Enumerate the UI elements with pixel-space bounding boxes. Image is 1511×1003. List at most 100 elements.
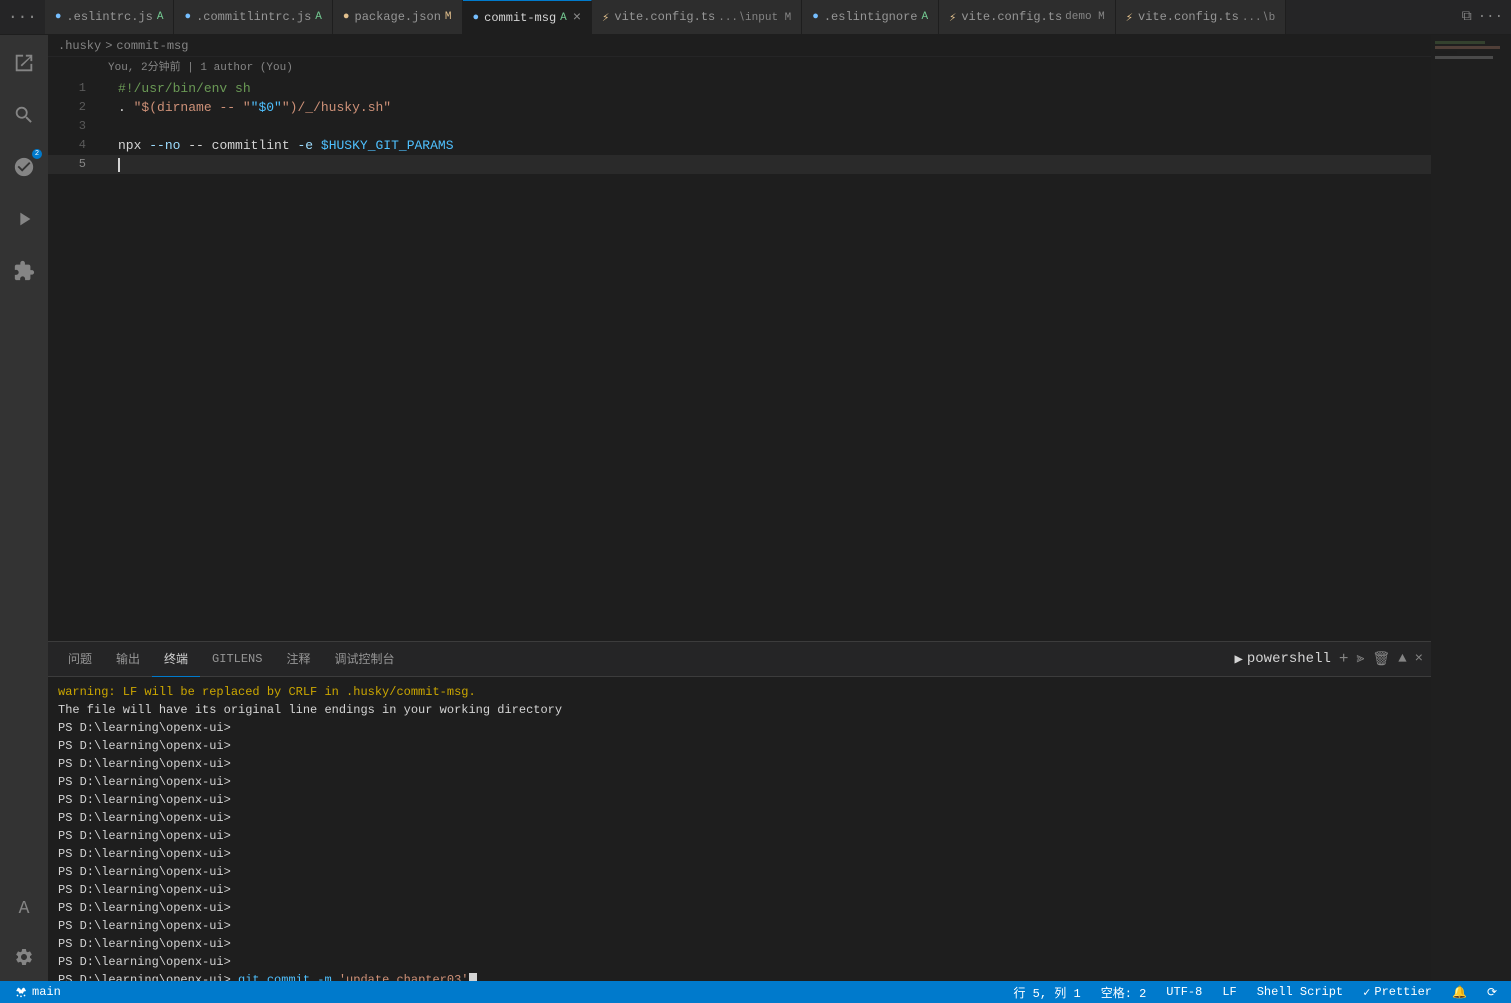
status-line-ending[interactable]: LF <box>1218 981 1240 1003</box>
panel-tabs: 问题 输出 终端 GITLENS 注释 调试控制台 ▶ powershell +… <box>48 642 1431 677</box>
tab-bar: ··· ● .eslintrc.js A ● .commitlintrc.js … <box>0 0 1511 35</box>
tab-badge-package-json: M <box>445 11 452 23</box>
panel-tab-output[interactable]: 输出 <box>104 642 152 677</box>
tab-badge-eslintignore: A <box>921 11 928 23</box>
maximize-panel-icon[interactable]: ▲ <box>1398 651 1406 667</box>
sep2 <box>313 138 321 153</box>
sync-icon: ⟳ <box>1487 985 1497 1000</box>
breadcrumb-file[interactable]: commit-msg <box>116 39 188 53</box>
spaces-text: 空格: 2 <box>1101 984 1147 1001</box>
panel-tab-terminal[interactable]: 终端 <box>152 642 200 677</box>
tab-sublabel-vite-input: ...∖input M <box>718 10 791 24</box>
tab-package-json[interactable]: ● package.json M <box>333 0 463 35</box>
line-number-3: 3 <box>48 117 98 136</box>
tab-icon-package-json: ● <box>343 11 350 23</box>
terminal-icon: ▶ <box>1234 651 1242 668</box>
code-content-2: . "$(dirname -- ""$0"")/_/husky.sh" <box>114 98 1431 117</box>
activity-accounts[interactable]: A <box>0 885 48 933</box>
activity-extensions[interactable] <box>0 247 48 295</box>
breadcrumb-folder[interactable]: .husky <box>58 39 101 53</box>
tab-commitlintrc-js[interactable]: ● .commitlintrc.js A <box>174 0 332 35</box>
editor-panel-container: .husky > commit-msg You, 2分钟前 | 1 author… <box>48 35 1431 981</box>
term-warning-1: warning: LF will be replaced by CRLF in … <box>58 683 1421 701</box>
npx-cmd: npx <box>118 138 149 153</box>
tab-eslintignore[interactable]: ● .eslintignore A <box>802 0 939 35</box>
status-spaces[interactable]: 空格: 2 <box>1097 981 1151 1003</box>
split-terminal-icon[interactable]: ⫸ <box>1357 651 1365 667</box>
tab-vite-config-b[interactable]: ⚡ vite.config.ts ...∖b <box>1116 0 1286 35</box>
activity-search[interactable] <box>0 91 48 139</box>
status-position[interactable]: 行 5, 列 1 <box>1009 981 1084 1003</box>
status-encoding[interactable]: UTF-8 <box>1162 981 1206 1003</box>
tab-icon-commit-msg: ● <box>473 12 480 24</box>
code-content-1: #!/usr/bin/env sh <box>114 79 1431 98</box>
line-number-5: 5 <box>48 155 98 174</box>
code-editor[interactable]: 1 #!/usr/bin/env sh 2 . "$(dirname -- ""… <box>48 75 1431 641</box>
tab-vite-config-demo[interactable]: ⚡ vite.config.ts demo M <box>939 0 1116 35</box>
tab-close-commit-msg[interactable]: × <box>573 11 581 25</box>
tab-icon-vite-b: ⚡ <box>1126 10 1133 25</box>
terminal-output[interactable]: warning: LF will be replaced by CRLF in … <box>48 677 1431 981</box>
term-commit-msg: 'update chapter03' <box>339 973 469 981</box>
split-editor-icon[interactable]: ⧉ <box>1462 9 1472 25</box>
line-number-1: 1 <box>48 79 98 98</box>
activity-bar: 2 A <box>0 35 48 981</box>
tab-label-vite-b: vite.config.ts <box>1138 10 1239 24</box>
tab-label-commitlintrc: .commitlintrc.js <box>196 10 311 24</box>
dot-cmd: . <box>118 100 126 115</box>
status-remote[interactable]: main <box>10 981 65 1003</box>
cursor-caret <box>118 158 120 172</box>
shell-name: powershell <box>1247 651 1331 667</box>
breadcrumb: .husky > commit-msg <box>48 35 1431 57</box>
more-actions-icon[interactable]: ··· <box>1478 9 1503 25</box>
tab-vite-config-input[interactable]: ⚡ vite.config.ts ...∖input M <box>592 0 802 35</box>
tab-commit-msg[interactable]: ● commit-msg A × <box>463 0 593 35</box>
tab-label-vite-demo: vite.config.ts <box>961 10 1062 24</box>
status-prettier[interactable]: ✓ Prettier <box>1359 981 1436 1003</box>
term-prompt-13: PS D:\learning\openx-ui> <box>58 935 1421 953</box>
code-content-5 <box>114 155 1431 174</box>
panel-actions: ▶ powershell + ⫸ 🗑 ▲ × <box>1234 650 1423 668</box>
minimap-content <box>1431 35 1511 65</box>
tab-overflow-menu[interactable]: ··· <box>0 8 45 26</box>
prettier-text: Prettier <box>1374 985 1432 999</box>
panel-tab-problems[interactable]: 问题 <box>56 642 104 677</box>
term-prompt-5: PS D:\learning\openx-ui> <box>58 791 1421 809</box>
term-prompt-3: PS D:\learning\openx-ui> <box>58 755 1421 773</box>
close-panel-icon[interactable]: × <box>1415 651 1423 667</box>
term-prompt-4: PS D:\learning\openx-ui> <box>58 773 1421 791</box>
status-notifications[interactable]: 🔔 <box>1448 981 1471 1003</box>
no-flag: --no <box>149 138 180 153</box>
status-sync[interactable]: ⟳ <box>1483 981 1501 1003</box>
activity-run[interactable] <box>0 195 48 243</box>
panel-tab-gitlens[interactable]: GITLENS <box>200 642 274 677</box>
panel-tab-comments[interactable]: 注释 <box>274 642 322 677</box>
term-git-cmd: git commit -m <box>238 973 339 981</box>
line-number-2: 2 <box>48 98 98 117</box>
status-bar-left: main <box>10 981 65 1003</box>
code-line-4: 4 npx --no -- commitlint -e $HUSKY_GIT_P… <box>48 136 1431 155</box>
term-prompt-11: PS D:\learning\openx-ui> <box>58 899 1421 917</box>
tab-icon-eslintrc: ● <box>55 11 62 23</box>
shell-label: ▶ powershell <box>1234 651 1330 668</box>
code-line-1: 1 #!/usr/bin/env sh <box>48 79 1431 98</box>
status-bar-right: 行 5, 列 1 空格: 2 UTF-8 LF Shell Script ✓ P… <box>1009 981 1501 1003</box>
position-text: 行 5, 列 1 <box>1013 984 1080 1001</box>
tab-icon-eslintignore: ● <box>812 11 819 23</box>
tab-eslintrc-js[interactable]: ● .eslintrc.js A <box>45 0 175 35</box>
activity-settings[interactable] <box>0 933 48 981</box>
activity-git[interactable]: 2 <box>0 143 48 191</box>
main-area: 2 A .husky > commit-msg You, 2分钟前 | 1 au… <box>0 35 1511 981</box>
panel-tab-debug-console[interactable]: 调试控制台 <box>322 642 406 677</box>
tab-sublabel-vite-b: ...∖b <box>1242 10 1275 24</box>
status-language[interactable]: Shell Script <box>1253 981 1347 1003</box>
add-terminal-icon[interactable]: + <box>1339 650 1349 668</box>
tab-icon-commitlintrc: ● <box>184 11 191 23</box>
term-prompt-7: PS D:\learning\openx-ui> <box>58 827 1421 845</box>
sep1: -- commitlint <box>180 138 297 153</box>
term-cmd-line: PS D:\learning\openx-ui> git commit -m '… <box>58 971 1421 981</box>
activity-explorer[interactable] <box>0 39 48 87</box>
git-blame-text: You, 2分钟前 | 1 author (You) <box>108 58 293 74</box>
tab-label-vite-input: vite.config.ts <box>614 10 715 24</box>
kill-terminal-icon[interactable]: 🗑 <box>1372 651 1390 668</box>
